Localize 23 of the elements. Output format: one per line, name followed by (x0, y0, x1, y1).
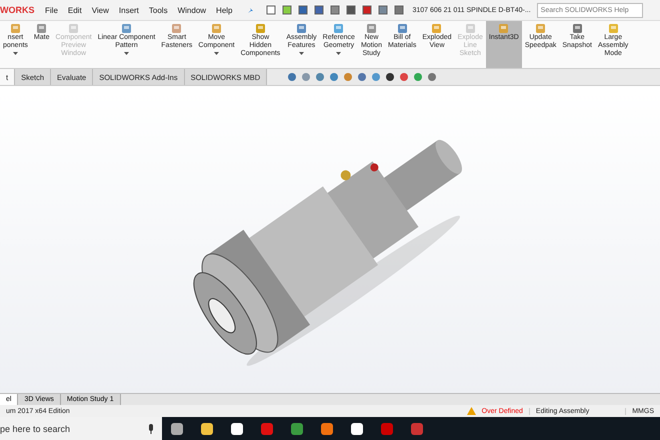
taskbar-search[interactable]: pe here to search (0, 417, 162, 440)
taskbar-app-icon[interactable] (200, 422, 214, 436)
taskbar-app-icon[interactable] (350, 422, 364, 436)
caret-icon[interactable] (336, 52, 342, 55)
taskbar-app-icon[interactable] (170, 422, 184, 436)
menu-item[interactable]: Tools (144, 6, 173, 14)
caret-icon[interactable] (298, 52, 304, 55)
taskbar-app-icon[interactable] (230, 422, 244, 436)
menu-item[interactable]: Insert (114, 6, 144, 14)
menu-item[interactable]: Edit (62, 6, 87, 14)
caret-icon[interactable] (12, 52, 18, 55)
warning-icon (466, 407, 476, 415)
caret-icon[interactable] (124, 52, 129, 55)
menu-item[interactable]: File (40, 6, 63, 14)
caret-icon[interactable] (214, 52, 219, 55)
view-tool-icon[interactable] (385, 72, 396, 82)
menu-item[interactable]: Window (172, 6, 212, 14)
app-logo: WORKS (0, 5, 36, 15)
microphone-icon[interactable] (148, 424, 154, 434)
tool-icon (498, 23, 510, 34)
menu-item[interactable]: Help (211, 6, 238, 14)
taskbar-app-icon[interactable] (320, 422, 334, 436)
menu-item[interactable]: View (86, 6, 114, 14)
